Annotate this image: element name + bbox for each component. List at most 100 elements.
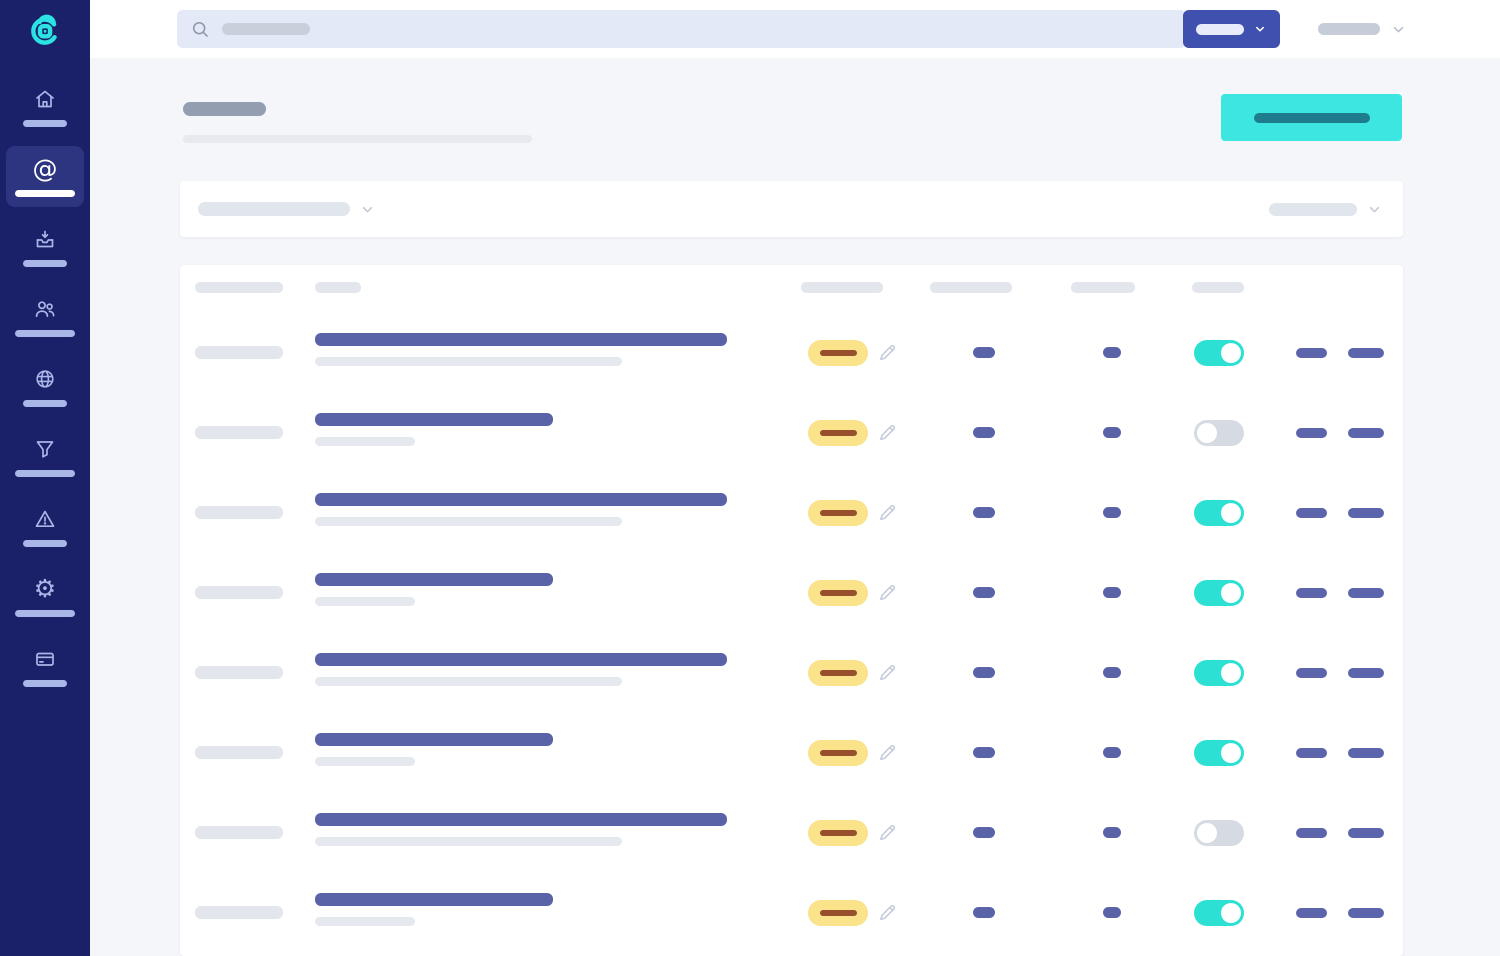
- sidebar-item-label: [15, 470, 75, 477]
- enable-toggle[interactable]: [1194, 820, 1244, 846]
- row-title-skeleton: [315, 813, 727, 826]
- action-link-2[interactable]: [1348, 508, 1384, 518]
- edit-pencil-icon[interactable]: [876, 421, 899, 449]
- app-screen: @: [0, 0, 1500, 956]
- action-link-1[interactable]: [1296, 668, 1327, 678]
- edit-pencil-icon[interactable]: [876, 901, 899, 929]
- action-link-1[interactable]: [1296, 428, 1327, 438]
- value-skeleton-1: [973, 907, 995, 918]
- value-skeleton-1: [973, 747, 995, 758]
- action-link-2[interactable]: [1348, 428, 1384, 438]
- column-header-skeleton: [930, 282, 1012, 293]
- search-scope-button[interactable]: [1183, 10, 1280, 48]
- sidebar-item-inbox[interactable]: [6, 216, 84, 277]
- status-badge: [808, 820, 868, 846]
- table-row: [180, 553, 1403, 633]
- data-table: [180, 265, 1403, 956]
- enable-toggle[interactable]: [1194, 740, 1244, 766]
- edit-pencil-icon[interactable]: [876, 741, 899, 769]
- enable-toggle[interactable]: [1194, 420, 1244, 446]
- value-skeleton-1: [973, 427, 995, 438]
- chevron-down-icon: [1390, 21, 1407, 38]
- table-row: [180, 633, 1403, 713]
- sidebar: @: [0, 0, 90, 956]
- value-skeleton-1: [973, 667, 995, 678]
- row-title-skeleton: [315, 413, 553, 426]
- table-row: [180, 713, 1403, 793]
- status-badge: [808, 420, 868, 446]
- action-link-2[interactable]: [1348, 668, 1384, 678]
- toggle-knob: [1221, 663, 1241, 683]
- value-skeleton-1: [973, 347, 995, 358]
- sidebar-item-web[interactable]: [6, 356, 84, 417]
- edit-pencil-icon[interactable]: [876, 661, 899, 689]
- action-link-1[interactable]: [1296, 908, 1327, 918]
- row-id-skeleton: [195, 666, 283, 679]
- row-id-skeleton: [195, 426, 283, 439]
- action-link-1[interactable]: [1296, 508, 1327, 518]
- main-content: [90, 58, 1500, 956]
- alert-icon: [33, 507, 57, 531]
- chevron-down-icon: [359, 201, 376, 218]
- primary-cta-button[interactable]: [1221, 94, 1402, 141]
- status-badge: [808, 340, 868, 366]
- action-link-1[interactable]: [1296, 588, 1327, 598]
- toggle-knob: [1221, 503, 1241, 523]
- page-title-skeleton: [183, 102, 266, 116]
- sidebar-item-alerts[interactable]: [6, 496, 84, 557]
- value-skeleton-2: [1103, 907, 1121, 918]
- column-header-skeleton: [1071, 282, 1135, 293]
- value-skeleton-2: [1103, 587, 1121, 598]
- sidebar-item-label: [15, 190, 75, 197]
- at-icon: @: [33, 157, 58, 181]
- scope-label-skeleton: [1196, 24, 1244, 35]
- enable-toggle[interactable]: [1194, 900, 1244, 926]
- toggle-knob: [1221, 583, 1241, 603]
- sidebar-item-mentions[interactable]: @: [6, 146, 84, 207]
- toggle-knob: [1221, 903, 1241, 923]
- table-row: [180, 313, 1403, 393]
- action-link-1[interactable]: [1296, 748, 1327, 758]
- enable-toggle[interactable]: [1194, 340, 1244, 366]
- action-link-2[interactable]: [1348, 828, 1384, 838]
- filter-dropdown-left[interactable]: [198, 181, 376, 237]
- action-link-2[interactable]: [1348, 748, 1384, 758]
- row-subtitle-skeleton: [315, 837, 622, 846]
- status-badge: [808, 500, 868, 526]
- column-header-skeleton: [801, 282, 883, 293]
- user-menu[interactable]: [1318, 0, 1407, 58]
- action-link-2[interactable]: [1348, 348, 1384, 358]
- badge-label-skeleton: [820, 910, 857, 916]
- filter-right-label-skeleton: [1269, 203, 1357, 216]
- badge-label-skeleton: [820, 830, 857, 836]
- edit-pencil-icon[interactable]: [876, 501, 899, 529]
- search-input[interactable]: [177, 10, 1186, 48]
- action-link-1[interactable]: [1296, 828, 1327, 838]
- sidebar-item-filters[interactable]: [6, 426, 84, 487]
- edit-pencil-icon[interactable]: [876, 341, 899, 369]
- edit-pencil-icon[interactable]: [876, 821, 899, 849]
- row-title-skeleton: [315, 653, 727, 666]
- enable-toggle[interactable]: [1194, 660, 1244, 686]
- sidebar-item-label: [15, 330, 75, 337]
- sidebar-item-home[interactable]: [6, 76, 84, 137]
- topbar: [90, 0, 1500, 58]
- action-link-2[interactable]: [1348, 908, 1384, 918]
- inbox-download-icon: [33, 227, 57, 251]
- filter-bar: [180, 181, 1403, 237]
- users-icon: [33, 297, 57, 321]
- lock-at-logo[interactable]: [22, 8, 68, 54]
- enable-toggle[interactable]: [1194, 500, 1244, 526]
- gear-icon: ⚙: [34, 577, 56, 601]
- edit-pencil-icon[interactable]: [876, 581, 899, 609]
- toggle-knob: [1221, 343, 1241, 363]
- sidebar-item-settings[interactable]: ⚙: [6, 566, 84, 627]
- action-link-1[interactable]: [1296, 348, 1327, 358]
- sidebar-item-users[interactable]: [6, 286, 84, 347]
- action-link-2[interactable]: [1348, 588, 1384, 598]
- filter-dropdown-right[interactable]: [1269, 181, 1383, 237]
- globe-icon: [33, 367, 57, 391]
- enable-toggle[interactable]: [1194, 580, 1244, 606]
- sidebar-item-billing[interactable]: [6, 636, 84, 697]
- row-subtitle-skeleton: [315, 597, 415, 606]
